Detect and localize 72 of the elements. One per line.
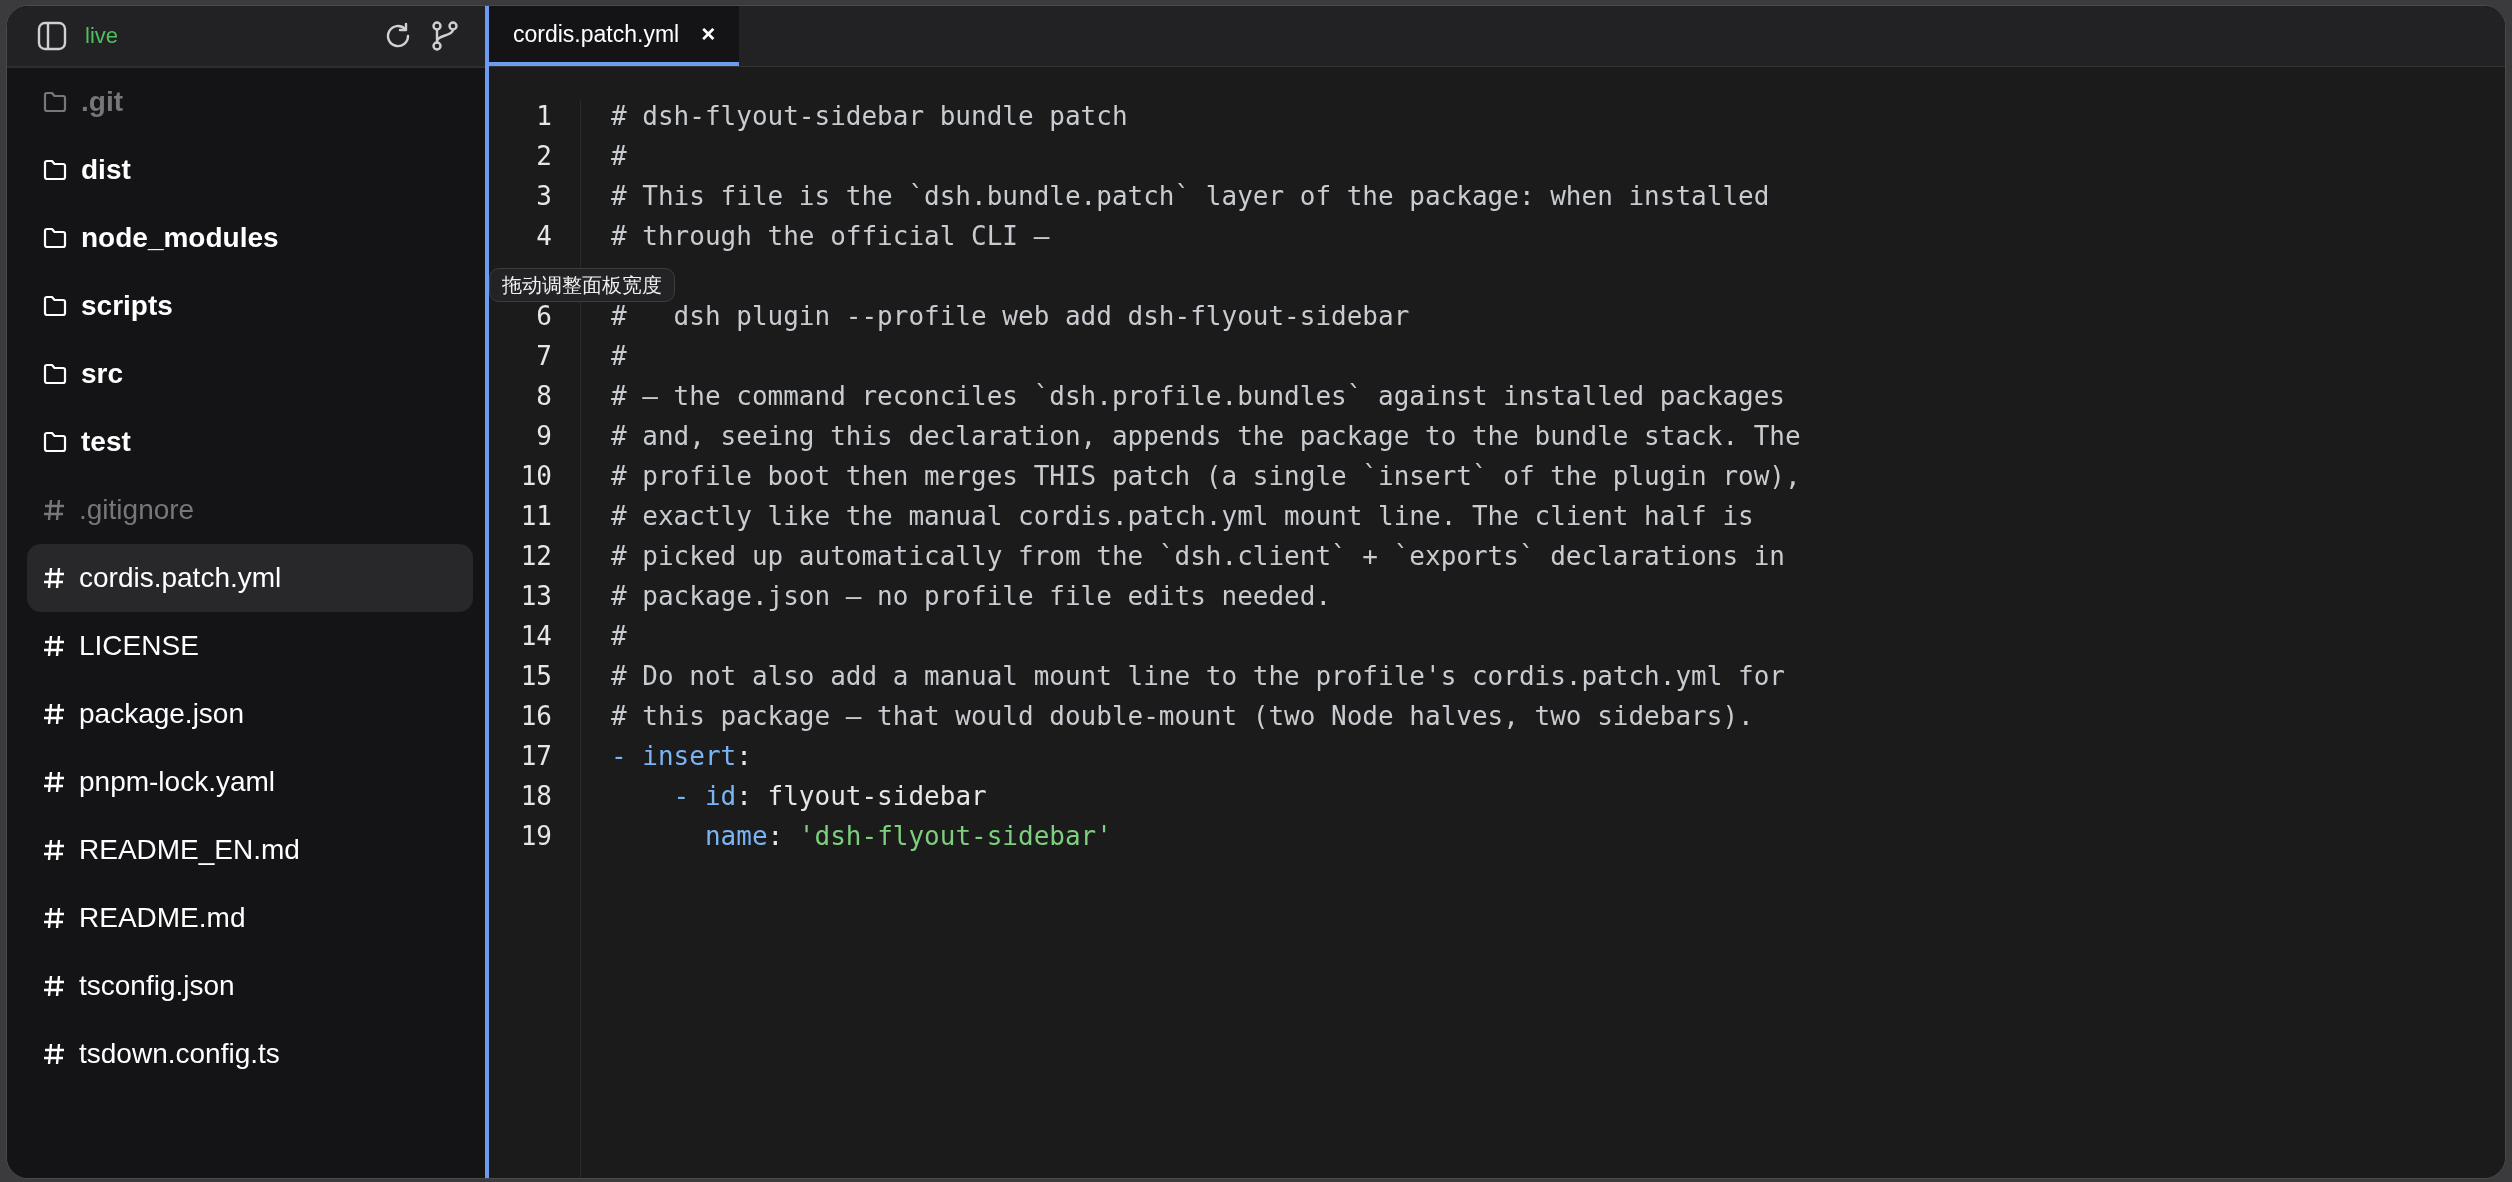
line-number: 12	[520, 541, 553, 573]
line-number: 6	[536, 301, 553, 333]
code-line: name: 'dsh-flyout-sidebar'	[703, 821, 1113, 853]
line-number: 9	[536, 421, 553, 453]
line-number: 13	[520, 581, 553, 613]
file-item[interactable]: cordis.patch.yml	[27, 544, 473, 612]
hash-icon	[43, 838, 65, 862]
branch-icon[interactable]	[431, 20, 459, 52]
code-line: # and, seeing this declaration, appends the package to the bundle stack. The	[611, 421, 1801, 453]
file-item[interactable]: README.md	[27, 884, 473, 952]
code-line: # through the official CLI —	[611, 221, 1051, 253]
hash-icon	[43, 1042, 65, 1066]
hash-icon	[43, 634, 65, 658]
folder-item[interactable]: src	[27, 340, 473, 408]
line-number: 8	[536, 381, 553, 413]
line-number: 10	[520, 461, 553, 493]
code-line: #	[611, 621, 628, 653]
code-line: # This file is the `dsh.bundle.patch` layer of the package: when installed	[611, 181, 1771, 213]
code-line: #	[611, 341, 628, 373]
folder-icon	[43, 159, 67, 181]
code-line: #	[611, 141, 628, 173]
folder-item[interactable]: node_modules	[27, 204, 473, 272]
status-text: live	[85, 23, 119, 49]
file-item[interactable]: README_EN.md	[27, 816, 473, 884]
code-line: # Do not also add a manual mount line to the profile's cordis.patch.yml for	[611, 661, 1786, 693]
hash-icon	[43, 770, 65, 794]
code-line: - insert:	[611, 741, 753, 773]
file-item[interactable]: tsconfig.json	[27, 952, 473, 1020]
folder-icon	[43, 91, 67, 113]
hash-icon	[43, 974, 65, 998]
line-number: 17	[520, 741, 553, 773]
folder-item[interactable]: scripts	[27, 272, 473, 340]
line-number: 3	[536, 181, 553, 213]
line-number: 19	[520, 821, 553, 853]
code-line: # this package — that would double-mount (two Node halves, two sidebars).	[611, 701, 1755, 733]
file-item[interactable]: tsdown.config.ts	[27, 1020, 473, 1088]
line-number: 16	[520, 701, 553, 733]
panel-toggle-icon[interactable]	[37, 21, 67, 51]
file-item[interactable]: .gitignore	[27, 476, 473, 544]
line-number: 15	[520, 661, 553, 693]
code-line: # dsh plugin --profile web add dsh-flyout-sidebar	[611, 301, 1411, 333]
code-line: # picked up automatically from the `dsh.client` + `exports` declarations in	[611, 541, 1786, 573]
file-item[interactable]: LICENSE	[27, 612, 473, 680]
hash-icon	[43, 566, 65, 590]
line-number: 11	[520, 501, 553, 533]
line-number: 7	[536, 341, 553, 373]
folder-item[interactable]: dist	[27, 136, 473, 204]
folder-icon	[43, 431, 67, 453]
file-item[interactable]: pnpm-lock.yaml	[27, 748, 473, 816]
hash-icon	[43, 906, 65, 930]
code-line: - id: flyout-sidebar	[672, 781, 988, 813]
line-number: 2	[536, 141, 553, 173]
folder-icon	[43, 363, 67, 385]
code-line: # dsh-flyout-sidebar bundle patch	[611, 101, 1129, 133]
folder-icon	[43, 295, 67, 317]
line-number: 4	[536, 221, 553, 253]
code-line: # package.json — no profile file edits needed.	[611, 581, 1333, 613]
tooltip: 拖动调整面板宽度	[489, 268, 675, 302]
code-line: # — the command reconciles `dsh.profile.bundles` against installed packages	[611, 381, 1786, 413]
close-button[interactable]: ×	[701, 20, 716, 48]
line-number: 14	[520, 621, 553, 653]
line-number: 18	[520, 781, 553, 813]
folder-item[interactable]: test	[27, 408, 473, 476]
hash-icon	[43, 702, 65, 726]
line-number: 1	[536, 101, 553, 133]
folder-icon	[43, 227, 67, 249]
code-line: # profile boot then merges THIS patch (a single `insert` of the plugin row),	[611, 461, 1801, 493]
code-line: # exactly like the manual cordis.patch.yml mount line. The client half is	[611, 501, 1755, 533]
file-item[interactable]: package.json	[27, 680, 473, 748]
editor-tab[interactable]: cordis.patch.yml ×	[489, 6, 740, 66]
hash-icon	[43, 498, 65, 522]
folder-item[interactable]: .git	[27, 68, 473, 136]
